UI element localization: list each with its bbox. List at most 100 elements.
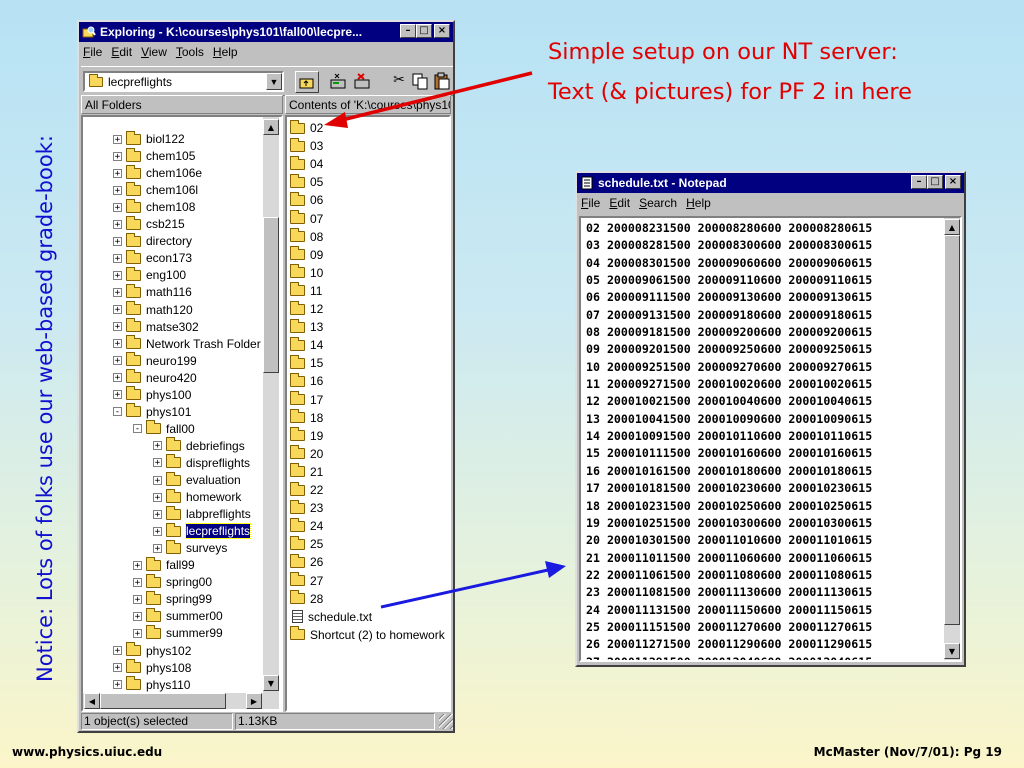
expand-icon[interactable]: + [113,168,122,178]
tree-item-spring99[interactable]: + spring99 [133,590,212,608]
notepad-scroll-down-icon[interactable]: ▼ [944,643,960,659]
up-folder-button[interactable] [295,71,319,93]
expand-icon[interactable]: + [113,373,122,383]
tree-item-summer00[interactable]: + summer00 [133,607,223,625]
contents-pane[interactable]: 02 03 04 05 06 07 08 09 10 11 12 13 14 15 16 17 18 19 20 21… [285,115,451,712]
expand-icon[interactable]: + [113,322,122,332]
scroll-up-icon[interactable]: ▲ [263,119,279,135]
expand-icon[interactable]: + [133,577,142,587]
minimize-button[interactable]: – [400,24,416,38]
content-folder-item[interactable]: 15 [290,354,323,372]
expand-icon[interactable]: + [153,475,162,485]
copy-icon[interactable] [411,72,431,92]
tree-item-summer99[interactable]: + summer99 [133,624,223,642]
content-folder-item[interactable]: 23 [290,499,323,517]
tree-item-math116[interactable]: + math116 [113,283,192,301]
resize-grip-icon[interactable] [439,714,453,729]
content-folder-item[interactable]: 09 [290,246,323,264]
tree-item-network-trash-folder[interactable]: + Network Trash Folder [113,335,261,352]
expand-icon[interactable]: + [113,185,122,195]
content-folder-item[interactable]: 12 [290,300,323,318]
tree-item-eng100[interactable]: + eng100 [113,266,186,284]
tree-item-phys102[interactable]: + phys102 [113,642,191,659]
expand-icon[interactable]: + [113,202,122,212]
content-shortcut-item[interactable]: Shortcut (2) to homework [290,626,445,644]
tree-item-evaluation[interactable]: + evaluation [153,471,241,489]
notepad-text-area[interactable]: 02 200008231500 200008280600 20000828061… [579,216,962,662]
notepad-title-bar[interactable]: schedule.txt - Notepad – □ × [577,173,964,193]
expand-icon[interactable]: + [113,151,122,161]
paste-icon[interactable] [433,72,451,92]
content-folder-item[interactable]: 18 [290,409,323,427]
tree-item-chem105[interactable]: + chem105 [113,147,195,165]
content-folder-item[interactable]: 13 [290,318,323,336]
content-folder-item[interactable]: 07 [290,210,323,228]
content-folder-item[interactable]: 19 [290,427,323,445]
expand-icon[interactable]: + [113,646,122,656]
tree-item-chem108[interactable]: + chem108 [113,198,195,216]
content-folder-item[interactable]: 28 [290,590,323,608]
tree-item-matse302[interactable]: + matse302 [113,318,199,335]
content-folder-item[interactable]: 02 [290,119,323,137]
tree-item-debriefings[interactable]: + debriefings [153,437,245,454]
tree-item-biol122[interactable]: + biol122 [113,130,185,148]
scroll-left-icon[interactable]: ◀ [84,693,100,709]
expand-icon[interactable]: + [153,543,162,553]
expand-icon[interactable]: + [113,236,122,246]
content-folder-item[interactable]: 21 [290,463,323,481]
tree-item-chem106l[interactable]: + chem106l [113,181,198,199]
tree-item-surveys[interactable]: + surveys [153,539,227,557]
tree-item-neuro199[interactable]: + neuro199 [113,352,197,369]
expand-icon[interactable]: + [113,305,122,315]
content-folder-item[interactable]: 24 [290,517,323,535]
tree-item-lecpreflights[interactable]: + lecpreflights [153,522,252,540]
menu-file[interactable]: File [83,45,102,59]
expand-icon[interactable]: + [113,287,122,297]
expand-icon[interactable]: + [113,680,122,690]
cut-icon[interactable]: ✂ [389,72,409,92]
tree-item-chem106e[interactable]: + chem106e [113,164,202,182]
notepad-menu-search[interactable]: Search [639,196,677,210]
content-file-item[interactable]: schedule.txt [290,608,372,626]
tree-item-homework[interactable]: + homework [153,488,241,506]
content-folder-item[interactable]: 08 [290,228,323,246]
notepad-scroll-up-icon[interactable]: ▲ [944,219,960,235]
tree-item-econ173[interactable]: + econ173 [113,249,192,267]
content-folder-item[interactable]: 06 [290,191,323,209]
expand-icon[interactable]: + [113,270,122,280]
expand-icon[interactable]: + [153,458,162,468]
expand-icon[interactable]: + [133,594,142,604]
tree-item-neuro420[interactable]: + neuro420 [113,369,197,386]
tree-item-directory[interactable]: + directory [113,232,192,250]
address-dropdown[interactable]: lecpreflights ▼ [83,71,284,92]
expand-icon[interactable]: + [113,253,122,263]
chevron-down-icon[interactable]: ▼ [266,73,282,90]
content-folder-item[interactable]: 27 [290,572,323,590]
expand-icon[interactable]: + [113,219,122,229]
expand-icon[interactable]: + [113,356,122,366]
expand-icon[interactable]: + [113,339,122,349]
notepad-maximize-button[interactable]: □ [927,175,943,189]
content-folder-item[interactable]: 17 [290,391,323,409]
collapse-icon[interactable]: - [133,424,142,434]
menu-view[interactable]: View [141,45,167,59]
expand-icon[interactable]: + [153,441,162,451]
expand-icon[interactable]: + [113,134,122,144]
explorer-title-bar[interactable]: Exploring - K:\courses\phys101\fall00\le… [79,22,453,42]
tree-item-fall99[interactable]: + fall99 [133,556,195,574]
notepad-scroll-thumb[interactable] [944,235,960,625]
menu-edit[interactable]: Edit [111,45,132,59]
scroll-down-icon[interactable]: ▼ [263,675,279,691]
tree-item-fall00[interactable]: - fall00 [133,420,195,437]
expand-icon[interactable]: + [133,560,142,570]
content-folder-item[interactable]: 20 [290,445,323,463]
content-folder-item[interactable]: 16 [290,372,323,390]
expand-icon[interactable]: + [153,526,162,536]
maximize-button[interactable]: □ [416,24,432,38]
close-button[interactable]: × [434,24,450,38]
content-folder-item[interactable]: 14 [290,336,323,354]
tree-item-math120[interactable]: + math120 [113,301,193,318]
tree-scroll-thumb[interactable] [263,217,279,373]
map-drive-button[interactable] [329,72,351,92]
expand-icon[interactable]: + [153,509,162,519]
